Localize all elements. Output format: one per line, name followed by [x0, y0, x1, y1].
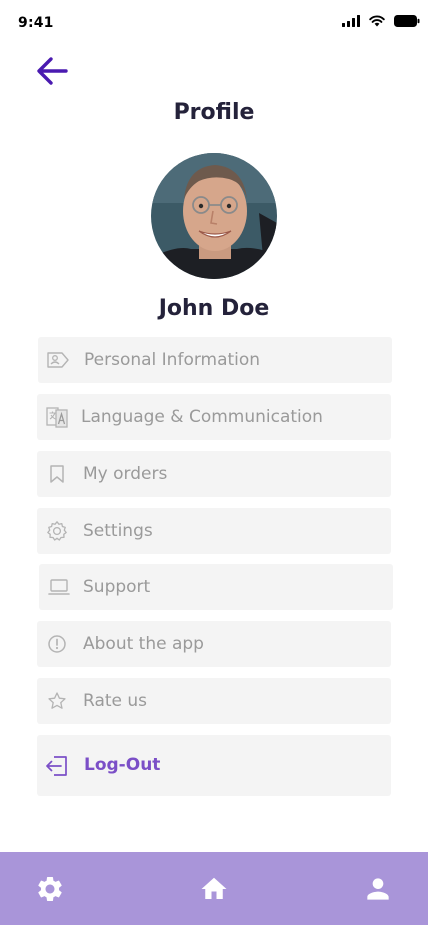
menu-item-label: Rate us	[83, 691, 148, 711]
arrow-left-icon	[37, 57, 68, 85]
gear-icon	[45, 519, 69, 543]
menu-item-label: About the app	[83, 634, 204, 654]
menu-item-label: Support	[83, 577, 151, 597]
logout-icon	[44, 753, 70, 779]
star-icon	[45, 689, 69, 713]
menu-item-about-the-app[interactable]: About the app	[37, 621, 391, 667]
logout-button[interactable]: Log-Out	[37, 735, 391, 796]
bottom-nav	[0, 852, 428, 925]
avatar[interactable]	[151, 153, 277, 279]
menu-item-label: Personal Information	[84, 350, 261, 370]
translate-icon	[45, 405, 69, 429]
menu-item-support[interactable]: Support	[39, 564, 393, 610]
logout-label: Log-Out	[84, 755, 161, 775]
nav-home-button[interactable]	[197, 872, 231, 906]
nav-settings-button[interactable]	[33, 872, 67, 906]
status-time: 9:41	[18, 15, 54, 31]
bookmark-icon	[45, 462, 69, 486]
menu-item-rate-us[interactable]: Rate us	[37, 678, 391, 724]
back-button[interactable]	[34, 53, 70, 89]
signal-icon	[342, 15, 360, 27]
battery-icon	[394, 15, 420, 27]
menu-item-label: Language & Communication	[81, 407, 323, 427]
nav-profile-button[interactable]	[361, 872, 395, 906]
status-bar: 9:41	[0, 0, 428, 46]
menu-item-label: My orders	[83, 464, 168, 484]
laptop-icon	[47, 575, 71, 599]
settings-gear-icon	[38, 877, 62, 901]
page-title: Profile	[173, 100, 255, 125]
profile-photo-icon	[151, 153, 277, 279]
home-icon	[201, 877, 227, 899]
info-icon	[45, 632, 69, 656]
menu-item-language-communication[interactable]: Language & Communication	[37, 394, 391, 440]
menu-item-my-orders[interactable]: My orders	[37, 451, 391, 497]
user-name: John Doe	[158, 296, 270, 321]
menu-item-settings[interactable]: Settings	[37, 508, 391, 554]
user-icon	[367, 878, 389, 900]
menu-item-label: Settings	[83, 521, 153, 541]
menu-item-personal-information[interactable]: Personal Information	[38, 337, 392, 383]
id-card-icon	[46, 348, 70, 372]
wifi-icon	[369, 15, 385, 27]
status-icons	[342, 15, 420, 27]
